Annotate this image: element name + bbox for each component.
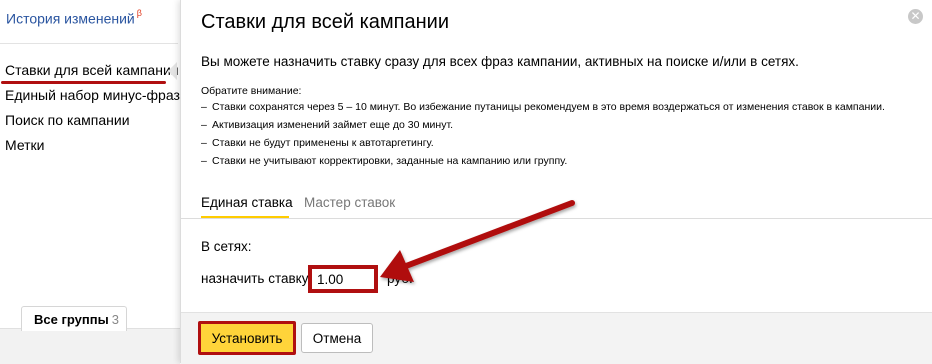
beta-badge: β <box>136 8 142 18</box>
active-tab-indicator <box>201 216 289 218</box>
sidebar-divider <box>0 43 178 44</box>
note-item: Ставки не будут применены к автотаргетин… <box>201 137 901 150</box>
assign-bid-label: назначить ставку <box>201 271 309 286</box>
note-item: Активизация изменений займет еще до 30 м… <box>201 119 901 132</box>
modal-title: Ставки для всей кампании <box>201 11 449 33</box>
modal-footer: Установить Отмена <box>181 312 932 364</box>
groups-count: 3 <box>111 312 119 327</box>
notes-list: Ставки сохранятся через 5 – 10 минут. Во… <box>201 101 901 173</box>
groups-tab-title: Все группы <box>34 312 109 327</box>
close-icon[interactable]: ✕ <box>908 9 923 24</box>
tab-all-groups[interactable]: Все группы 3 <box>21 306 127 331</box>
sidebar-item-label: Ставки для всей кампании <box>5 62 179 78</box>
sidebar-item-history[interactable]: История изменений β <box>6 8 142 27</box>
note-item: Ставки сохранятся через 5 – 10 минут. Во… <box>201 101 901 114</box>
popup-pointer <box>168 62 177 80</box>
tab-label: Все группы 3 <box>34 312 119 327</box>
note-heading: Обратите внимание: <box>201 85 302 97</box>
groups-tab-strip <box>0 328 180 364</box>
sidebar-item-label: Метки <box>5 137 45 153</box>
campaign-bids-modal: Ставки для всей кампании ✕ Вы можете наз… <box>180 0 932 364</box>
note-item: Ставки не учитывают корректировки, задан… <box>201 155 901 168</box>
sidebar-item-negative-keywords[interactable]: Единый набор минус-фраз <box>5 87 180 103</box>
cancel-button[interactable]: Отмена <box>301 323 373 353</box>
bid-input[interactable] <box>308 265 378 293</box>
bid-mode-tabs: Единая ставка Мастер ставок <box>181 190 932 219</box>
sidebar-item-campaign-bids[interactable]: Ставки для всей кампании <box>5 62 179 78</box>
campaign-sidebar: История изменений β Ставки для всей кампа… <box>0 0 180 364</box>
set-button[interactable]: Установить <box>198 321 296 355</box>
tab-bid-wizard[interactable]: Мастер ставок <box>304 195 395 210</box>
tab-single-bid[interactable]: Единая ставка <box>201 195 293 210</box>
sidebar-item-label: Единый набор минус-фраз <box>5 87 180 103</box>
networks-label: В сетях: <box>201 239 252 254</box>
currency-label: руб. <box>387 271 413 286</box>
modal-description: Вы можете назначить ставку сразу для все… <box>201 54 799 69</box>
sidebar-item-label: История изменений <box>6 10 135 27</box>
highlight-underline <box>1 81 166 84</box>
sidebar-item-tags[interactable]: Метки <box>5 137 45 153</box>
sidebar-item-campaign-search[interactable]: Поиск по кампании <box>5 112 130 128</box>
sidebar-item-label: Поиск по кампании <box>5 112 130 128</box>
